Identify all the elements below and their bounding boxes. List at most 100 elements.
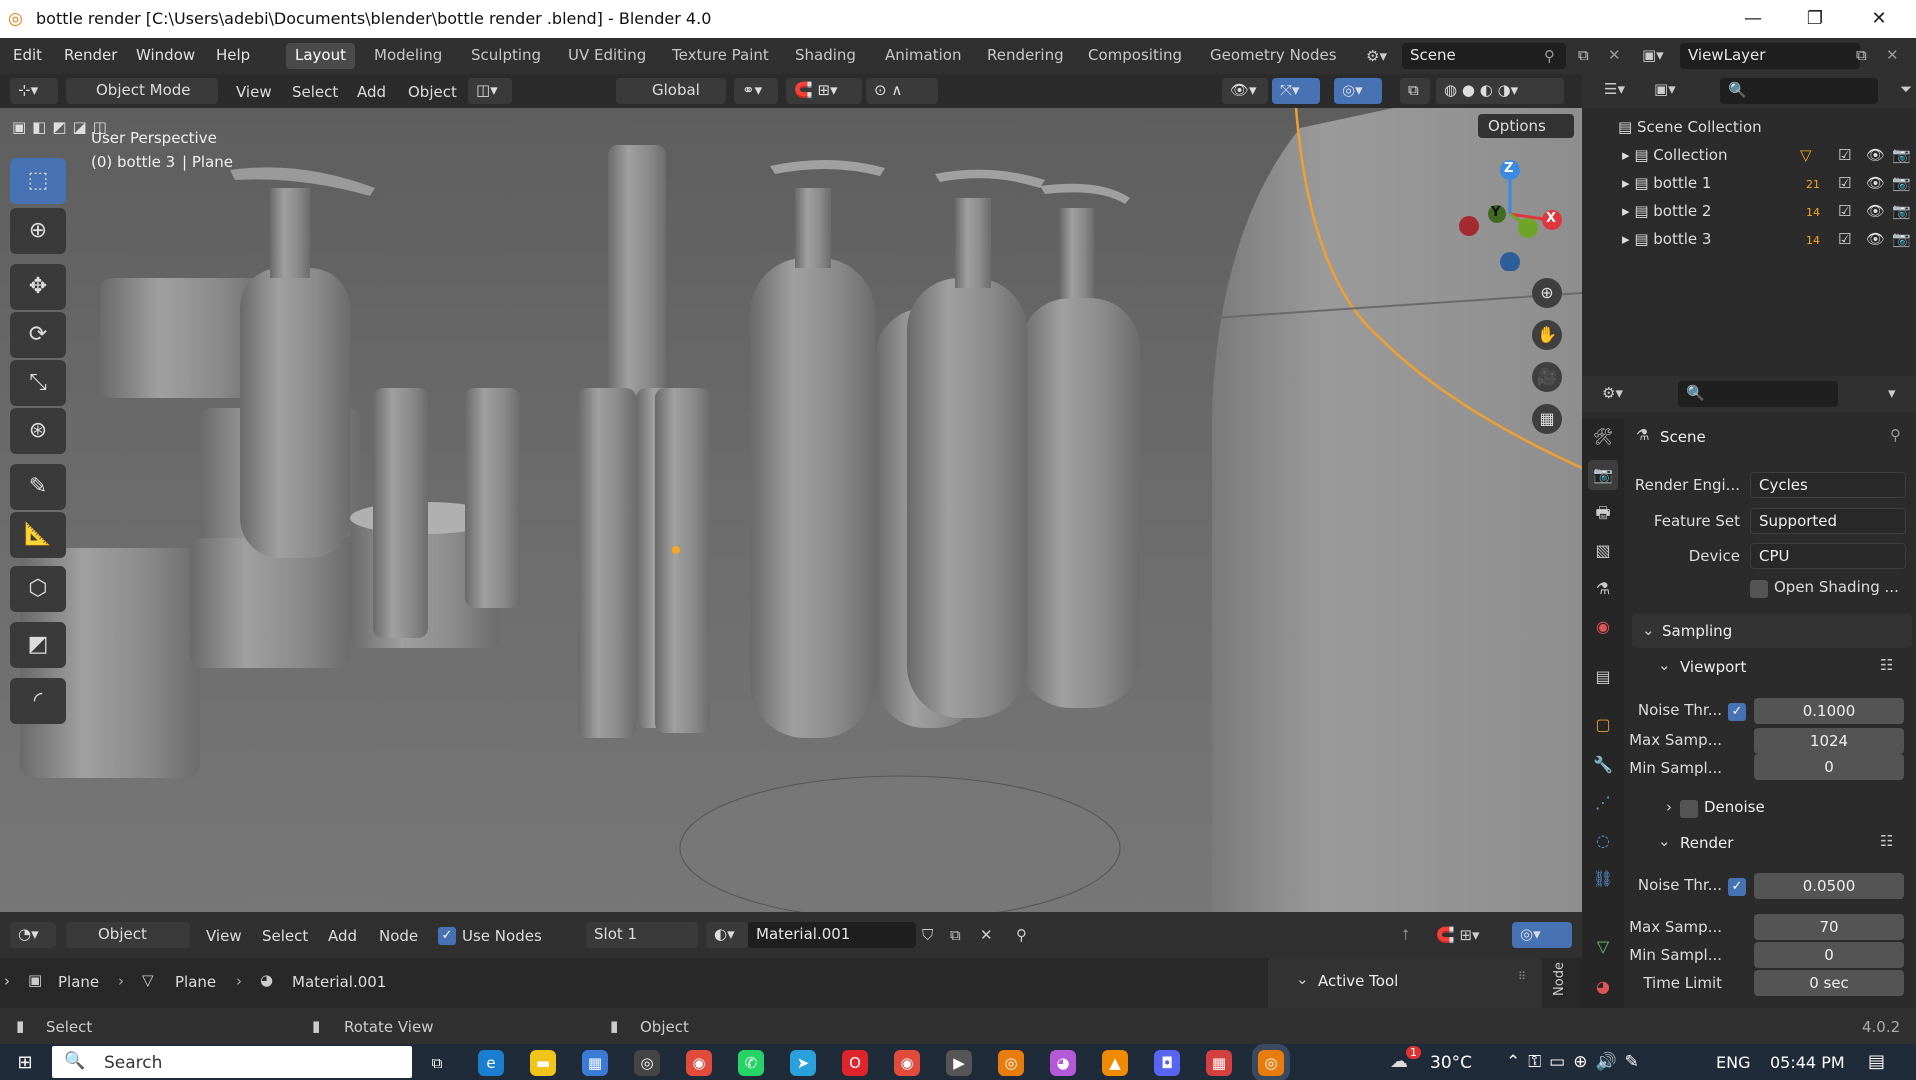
vp-min-field[interactable]: 0: [1754, 754, 1904, 780]
tray-icons[interactable]: ⌃⚿▭⊕🔊✎: [1506, 1052, 1647, 1072]
node-menu-add[interactable]: Add: [328, 927, 357, 945]
view-layer-tab-icon[interactable]: ▧: [1588, 536, 1618, 566]
properties-search-input[interactable]: 🔍: [1678, 381, 1838, 407]
scene-type-icon[interactable]: ⚙▾: [1366, 47, 1387, 65]
outliner-scene-collection[interactable]: ▤ Scene Collection: [1618, 118, 1762, 146]
output-tab-icon[interactable]: 🖶: [1588, 498, 1618, 528]
tab-layout[interactable]: Layout: [286, 43, 355, 69]
pin-icon[interactable]: ⚲: [1544, 47, 1555, 65]
sampling-panel-header[interactable]: ⌄ Sampling: [1632, 614, 1912, 648]
fake-user-shield-icon[interactable]: ⛉: [922, 926, 933, 944]
taskbar-search[interactable]: 🔍 Search: [52, 1046, 412, 1078]
discord-icon[interactable]: ◘: [1154, 1050, 1180, 1076]
telegram-icon[interactable]: ➤: [790, 1050, 816, 1076]
active-tool-label[interactable]: Active Tool: [1318, 972, 1398, 990]
overlay-toggle-icon[interactable]: ◎▾: [1334, 78, 1382, 104]
xray-icon[interactable]: ⧉: [1400, 78, 1430, 104]
render-camera-icon[interactable]: 📷: [1892, 230, 1911, 248]
chevron-down-icon[interactable]: ⌄: [1296, 970, 1309, 988]
render-subpanel-label[interactable]: Render: [1680, 834, 1733, 852]
r-min-field[interactable]: 0: [1754, 942, 1904, 968]
collection-tab-icon[interactable]: ▤: [1588, 662, 1618, 692]
breadcrumb-mesh[interactable]: Plane: [175, 973, 216, 991]
render-camera-icon[interactable]: 📷: [1892, 146, 1911, 164]
node-menu-node[interactable]: Node: [379, 927, 418, 945]
3d-viewport[interactable]: ▣◧◩◪◫ User Perspective (0) bottle 3 | Pl…: [0, 108, 1582, 912]
measure-icon[interactable]: 📐: [10, 512, 66, 558]
r-noise-checkbox[interactable]: ✓: [1728, 878, 1746, 896]
proportional-icon[interactable]: ⊙ ∧: [866, 78, 938, 104]
image-icon[interactable]: ◩: [10, 622, 66, 668]
delete-view-layer-icon[interactable]: ✕: [1886, 46, 1899, 64]
vlc-icon[interactable]: ▲: [1102, 1050, 1128, 1076]
grid-perspective-icon[interactable]: ▦: [1532, 404, 1562, 434]
chevron-right-icon[interactable]: ›: [1666, 798, 1672, 816]
curve-icon[interactable]: ◜: [10, 678, 66, 724]
new-view-layer-icon[interactable]: ⧉: [1856, 46, 1867, 64]
move-icon[interactable]: ✥: [10, 264, 66, 310]
denoise-checkbox[interactable]: [1680, 800, 1698, 818]
checkbox-icon[interactable]: ☑: [1838, 230, 1851, 248]
constraints-tab-icon[interactable]: ⛓: [1588, 864, 1618, 894]
vp-noise-field[interactable]: 0.1000: [1754, 698, 1904, 724]
mode-selector[interactable]: Object Mode: [66, 78, 218, 104]
material-name-field[interactable]: Material.001: [748, 922, 916, 948]
eye-icon[interactable]: 👁: [1866, 174, 1885, 192]
language-indicator[interactable]: ENG: [1716, 1053, 1750, 1072]
node-menu-view[interactable]: View: [206, 927, 242, 945]
restore-button[interactable]: ❐: [1792, 4, 1838, 34]
world-tab-icon[interactable]: ◉: [1588, 612, 1618, 642]
editor-type-icon[interactable]: ⊹▾: [10, 78, 58, 104]
outliner-row-bottle-1[interactable]: ▸ ▤ bottle 1 21 ☑ 👁 📷: [1622, 174, 1912, 202]
transform-orientation[interactable]: Global: [616, 78, 726, 104]
task-view-icon[interactable]: ⧉: [424, 1050, 450, 1076]
r-noise-field[interactable]: 0.0500: [1754, 873, 1904, 899]
open-shading-checkbox[interactable]: [1750, 580, 1768, 598]
outliner-row-bottle-2[interactable]: ▸ ▤ bottle 2 14 ☑ 👁 📷: [1622, 202, 1912, 230]
vp-max-field[interactable]: 1024: [1754, 728, 1904, 754]
node-sidebar-tab[interactable]: Node: [1552, 962, 1567, 996]
menu-view[interactable]: View: [236, 83, 272, 101]
delete-scene-icon[interactable]: ✕: [1608, 46, 1621, 64]
blender-app-icon[interactable]: ◎: [998, 1050, 1024, 1076]
transform-icon[interactable]: ⊛: [10, 408, 66, 454]
edge-icon[interactable]: e: [478, 1050, 504, 1076]
chrome-profile-icon[interactable]: ◉: [894, 1050, 920, 1076]
shading-modes-icon[interactable]: ◍ ● ◐ ◑▾: [1436, 78, 1564, 104]
shader-editor-type-icon[interactable]: ◔▾: [10, 922, 56, 948]
tab-compositing[interactable]: Compositing: [1079, 43, 1191, 69]
pin-icon[interactable]: ⚲: [1016, 926, 1027, 944]
whatsapp-icon[interactable]: ✆: [738, 1050, 764, 1076]
cursor-icon[interactable]: ⊕: [10, 208, 66, 254]
opera-icon[interactable]: O: [842, 1050, 868, 1076]
node-menu-select[interactable]: Select: [262, 927, 308, 945]
checkbox-icon[interactable]: ☑: [1838, 202, 1851, 220]
outliner-search-input[interactable]: 🔍: [1720, 78, 1878, 104]
parent-node-icon[interactable]: ⭡: [1402, 926, 1409, 944]
blender-active-icon[interactable]: ◎: [1258, 1050, 1284, 1076]
gizmo-toggle-icon[interactable]: ⤧▾: [1272, 78, 1320, 104]
tiles-app-icon[interactable]: ▦: [1206, 1050, 1232, 1076]
chevron-down-icon[interactable]: ⌄: [1658, 832, 1671, 850]
tab-modeling[interactable]: Modeling: [365, 43, 451, 69]
clock[interactable]: 05:44 PM: [1770, 1053, 1845, 1072]
render-camera-icon[interactable]: 📷: [1892, 202, 1911, 220]
chrome-icon[interactable]: ◉: [686, 1050, 712, 1076]
camera-icon[interactable]: 🎥: [1532, 362, 1562, 392]
shader-type-select[interactable]: Object: [66, 922, 190, 948]
chevron-down-icon[interactable]: ⌄: [1658, 656, 1671, 674]
tab-sculpting[interactable]: Sculpting: [462, 43, 550, 69]
data-tab-icon[interactable]: ▽: [1588, 932, 1618, 962]
scene-selector[interactable]: Scene: [1402, 43, 1566, 69]
pin-icon[interactable]: ⚲: [1890, 426, 1901, 444]
drag-handle-icon[interactable]: ⠿: [1518, 970, 1526, 983]
scene-tab-icon[interactable]: ⚗: [1588, 574, 1618, 604]
view-layer-icon[interactable]: ▣▾: [1642, 46, 1664, 64]
scale-icon[interactable]: ⤡: [10, 360, 66, 406]
checkbox-icon[interactable]: ☑: [1838, 174, 1851, 192]
tab-geometry-nodes[interactable]: Geometry Nodes: [1201, 43, 1346, 69]
device-select[interactable]: CPU: [1750, 543, 1906, 569]
render-camera-icon[interactable]: 📷: [1892, 174, 1911, 192]
menu-render[interactable]: Render: [64, 46, 117, 64]
expand-icon[interactable]: ▸: [1622, 202, 1634, 220]
